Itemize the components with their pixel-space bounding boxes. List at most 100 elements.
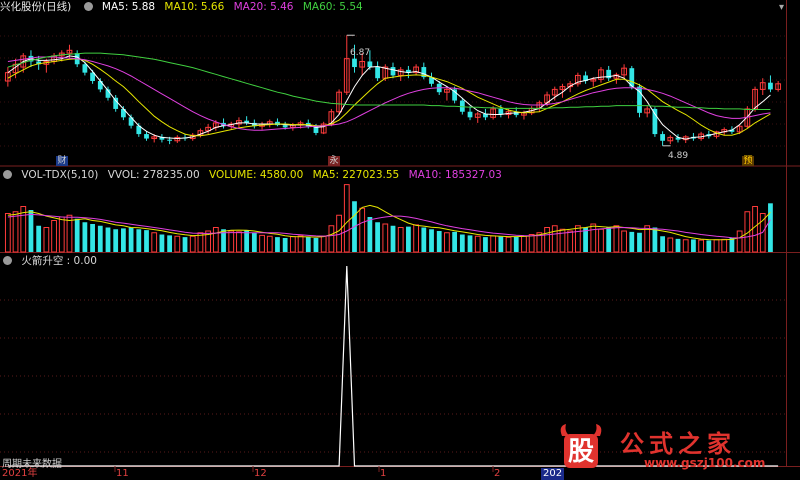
candle-body-down xyxy=(113,97,119,109)
candle-body-down xyxy=(652,108,658,135)
volume-bar-down xyxy=(136,229,142,252)
volume-bar-up xyxy=(667,237,674,253)
ma20-label: MA20: 5.46 xyxy=(233,1,294,13)
volume-bar-up xyxy=(189,235,196,253)
stock-title[interactable]: 兴化股份(日线) xyxy=(0,1,71,13)
volume-bar-up xyxy=(752,206,758,253)
price-panel-header: 兴化股份(日线) MA5: 5.88 MA10: 5.66 MA20: 5.46… xyxy=(0,0,369,14)
volume-bar-up xyxy=(590,223,597,253)
volume-bar-up xyxy=(51,220,57,253)
volume-bar-down xyxy=(406,226,411,252)
finance-marker[interactable]: 财 xyxy=(56,156,68,166)
volume-bar-down xyxy=(513,236,519,252)
volume-bar-down xyxy=(691,239,696,252)
volume-bar-down xyxy=(28,210,34,252)
volume-bar-up xyxy=(212,227,219,253)
volume-bar-down xyxy=(167,235,173,252)
volume-bar-up xyxy=(382,223,389,253)
volume-bar-up xyxy=(444,232,450,253)
volume-bar-up xyxy=(528,234,535,253)
high-price-label: 6.87 xyxy=(350,48,371,58)
volume-bar-down xyxy=(105,227,111,252)
volume-bar-up xyxy=(551,225,558,253)
volume-bar-down xyxy=(606,227,612,252)
volume-bar-down xyxy=(36,225,42,252)
volume-bar-up xyxy=(721,238,728,253)
volume-bar-up xyxy=(12,211,19,253)
event-marker[interactable]: 永 xyxy=(328,156,340,166)
volume-bar-down xyxy=(275,237,280,252)
forecast-marker[interactable]: 预 xyxy=(742,156,754,166)
volume-bar-up xyxy=(736,230,743,253)
settings-circle-icon[interactable] xyxy=(83,2,93,11)
volume-bar-down xyxy=(305,236,311,252)
candle-body-down xyxy=(144,134,149,139)
volume-bar-up xyxy=(4,213,11,253)
volume-bar-down xyxy=(375,222,380,252)
indicator-settings-icon[interactable] xyxy=(3,256,12,265)
volume-panel-header: VOL-TDX(5,10) VVOL: 278235.00 VOLUME: 45… xyxy=(0,168,508,182)
volume-bar-up xyxy=(521,235,527,253)
volume-bar-down xyxy=(675,238,681,252)
time-label-jan: 1 xyxy=(380,468,387,479)
volume-bar-up xyxy=(58,216,65,253)
volume-bar-up xyxy=(43,227,50,253)
chart-canvas[interactable] xyxy=(0,0,800,480)
indicator-panel-header: 火箭升空 : 0.00 xyxy=(0,254,103,268)
volume-bar-up xyxy=(359,207,366,253)
volume-bar-up xyxy=(174,235,181,253)
vol-title[interactable]: VOL-TDX(5,10) xyxy=(21,169,98,181)
candle-body-down xyxy=(498,108,504,115)
collapse-icon[interactable]: ▾ xyxy=(779,2,784,13)
volume-bar-up xyxy=(698,239,705,253)
volume-bar-down xyxy=(128,227,134,252)
volume-bar-up xyxy=(151,232,158,253)
volume-bar-up xyxy=(490,235,497,253)
volume-bar-up xyxy=(574,225,581,253)
volume-bar-down xyxy=(498,236,504,252)
volume-bar-down xyxy=(74,218,80,252)
volume-bar-down xyxy=(97,225,103,252)
candle-body-down xyxy=(167,139,173,141)
vol-ma10-label: MA10: 185327.03 xyxy=(408,169,502,181)
volume-bar-down xyxy=(313,238,319,252)
volume-bar-up xyxy=(544,227,550,253)
ma5-label: MA5: 5.88 xyxy=(101,1,156,13)
volume-bar-up xyxy=(228,230,235,253)
logo-url: www.gszj100.com xyxy=(644,456,766,470)
time-label-dec: 12 xyxy=(254,468,267,479)
candle-body-down xyxy=(768,82,773,90)
ma60-label: MA60: 5.54 xyxy=(302,1,363,13)
volume-bar-up xyxy=(343,184,350,253)
low-price-label: 4.89 xyxy=(668,151,689,161)
volume-bar-down xyxy=(637,232,642,252)
volume-bar-up xyxy=(713,239,720,253)
volume-settings-icon[interactable] xyxy=(3,170,12,179)
volume-bar-down xyxy=(90,224,95,252)
volume-bar-up xyxy=(474,235,481,253)
volume-bar-down xyxy=(421,227,427,252)
logo-glyph: 股 xyxy=(568,437,594,467)
volume-bar-down xyxy=(182,237,188,252)
volume-bar-down xyxy=(436,231,442,252)
indicator-title[interactable]: 火箭升空 : 0.00 xyxy=(21,255,97,267)
volume-bar-down xyxy=(729,238,735,252)
time-label-year: 2021年 xyxy=(2,468,38,479)
volume-bar-up xyxy=(613,225,620,253)
volume-bar-up xyxy=(236,231,242,253)
volume-bar-down xyxy=(82,222,88,252)
volume-bar-down xyxy=(144,230,149,252)
volume-bar-down xyxy=(459,234,465,252)
vol-ma5-label: MA5: 227023.55 xyxy=(312,169,400,181)
candle-body-down xyxy=(367,61,373,68)
ma10-label: MA10: 5.66 xyxy=(164,1,225,13)
volume-bar-down xyxy=(429,229,434,252)
volume-bar-down xyxy=(113,229,119,252)
volume-bar-down xyxy=(367,217,373,252)
gszj-logo: 股 公式之家 www.gszj100.com xyxy=(556,420,788,476)
volume-bar-up xyxy=(328,225,335,253)
volume-bar-down xyxy=(390,225,396,252)
volume-bar-down xyxy=(467,235,473,252)
volume-bar-up xyxy=(567,230,574,253)
volume-bar-up xyxy=(682,239,689,253)
